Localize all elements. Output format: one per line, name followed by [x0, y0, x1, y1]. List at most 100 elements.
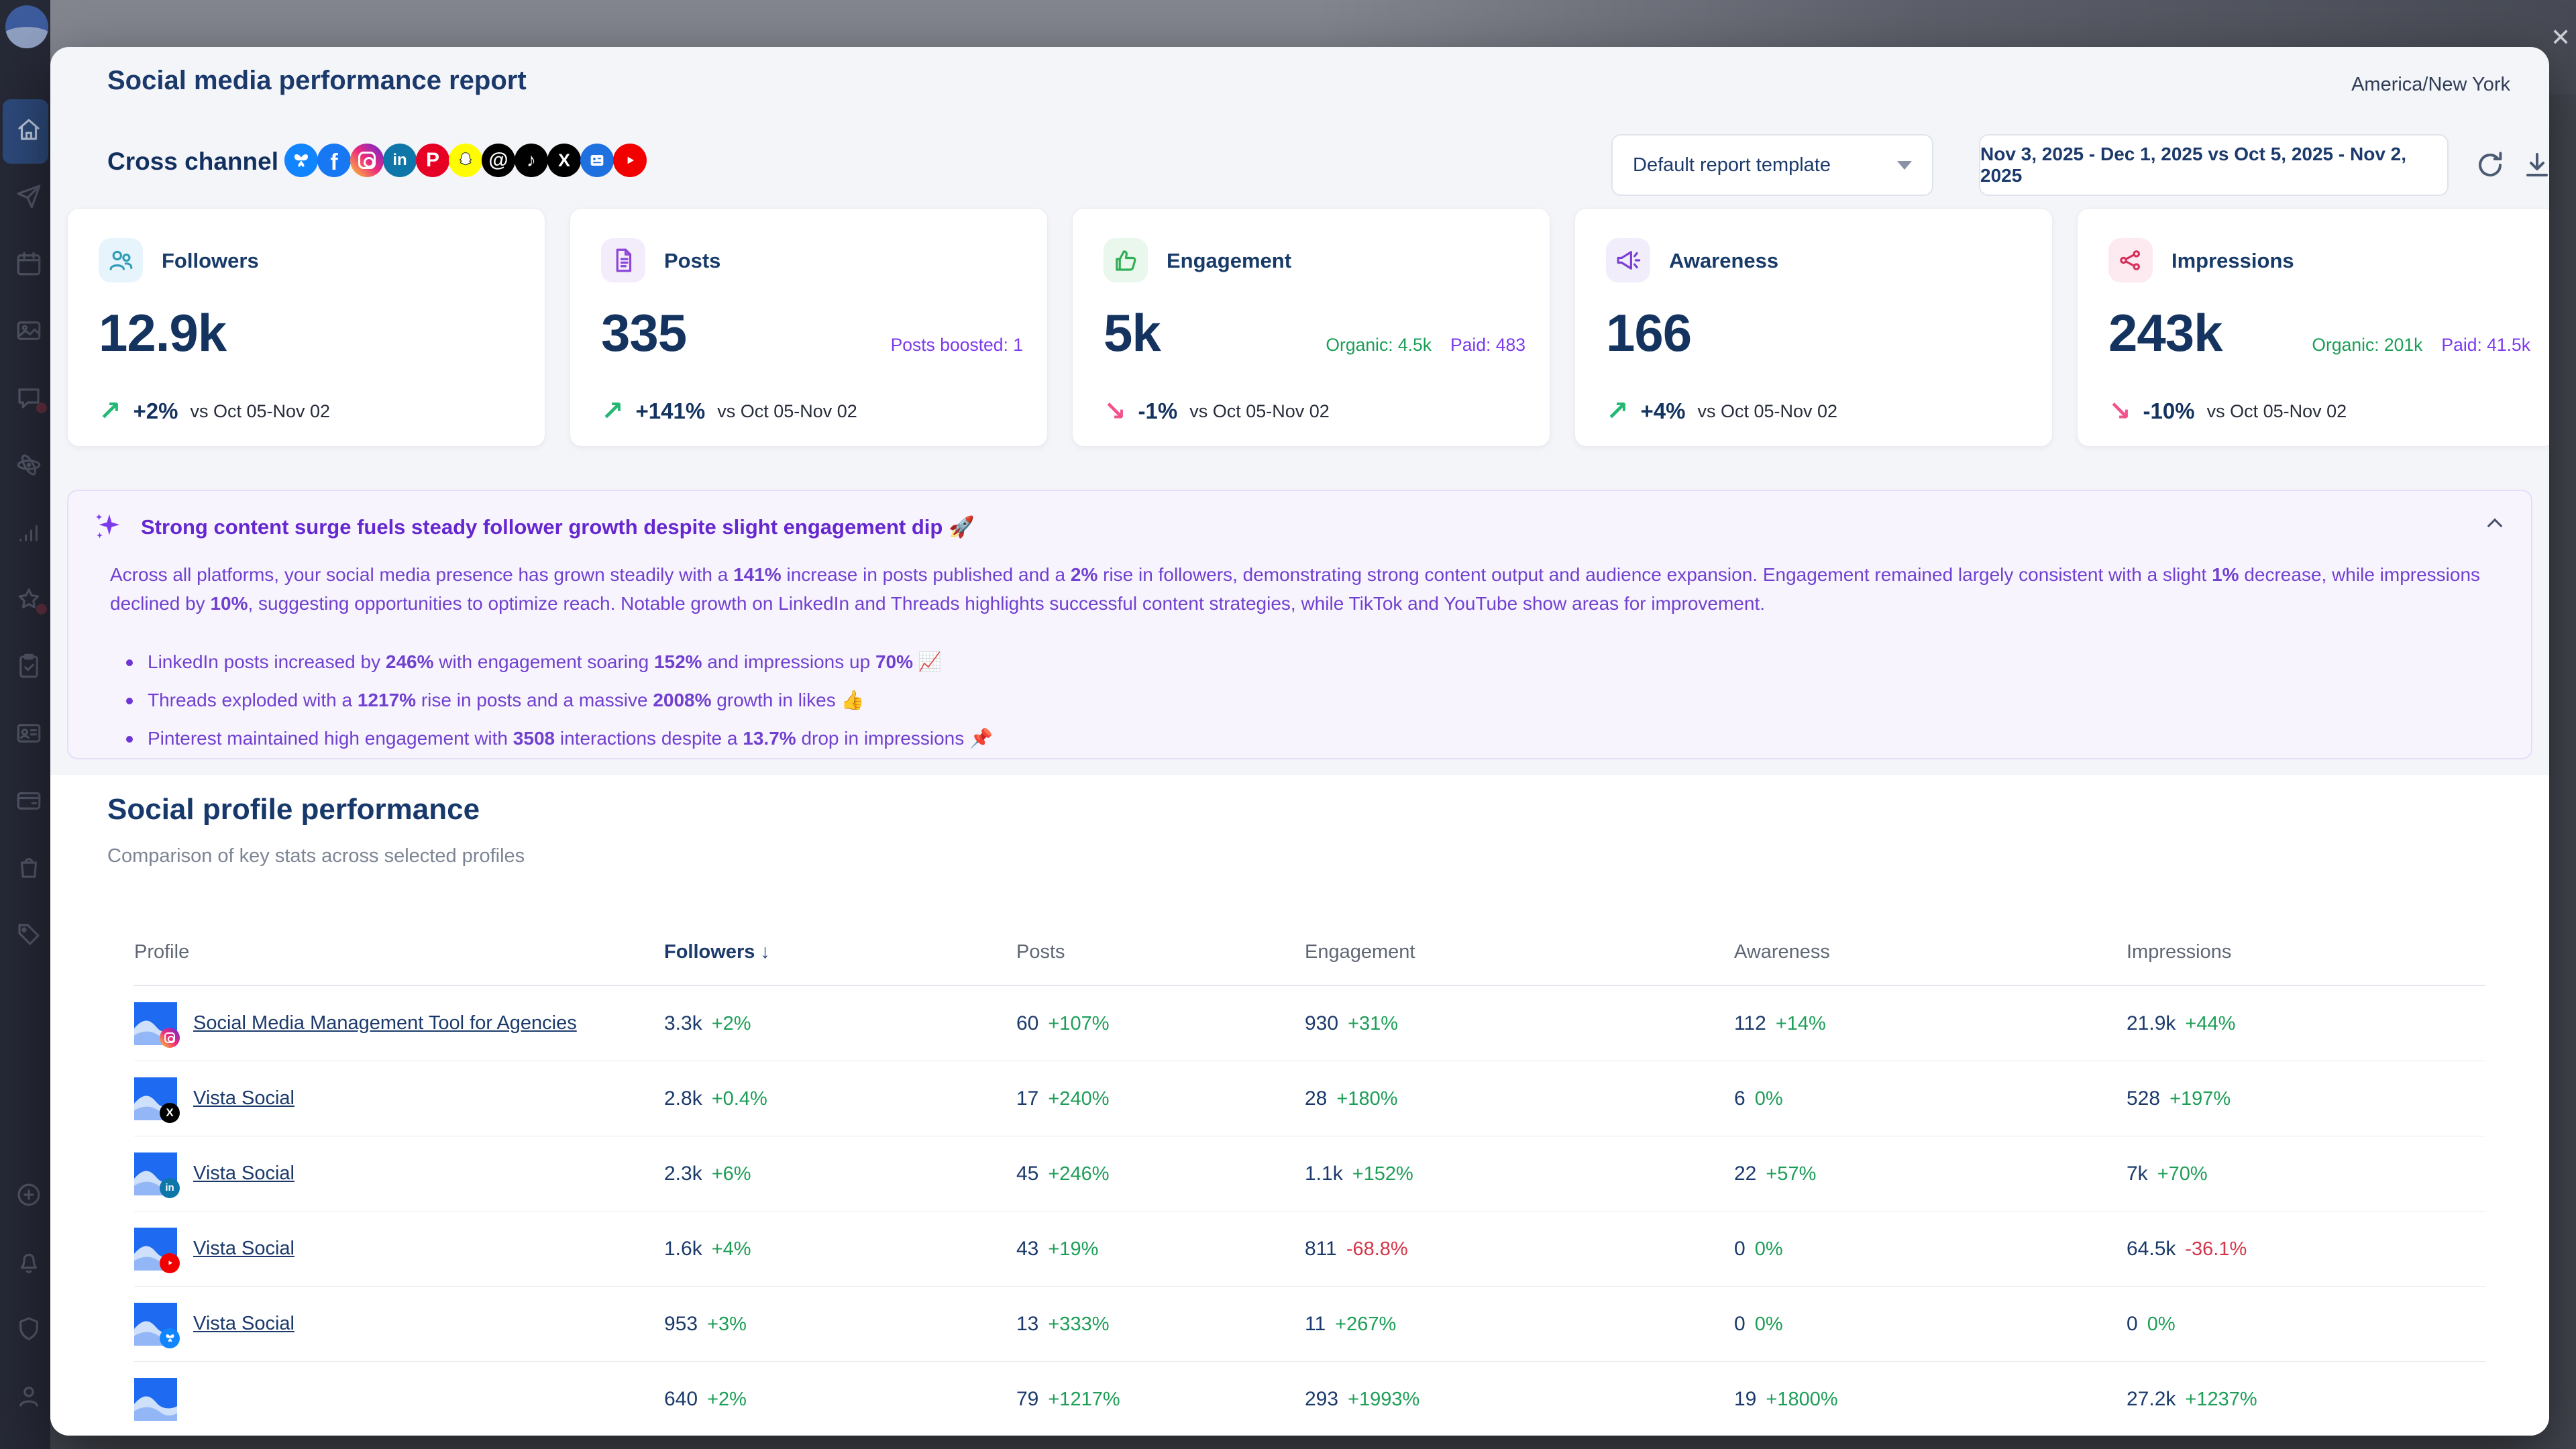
date-range-button[interactable]: Nov 3, 2025 - Dec 1, 2025 vs Oct 5, 2025… [1979, 134, 2449, 196]
insight-paragraph: Across all platforms, your social media … [110, 561, 2491, 618]
metric-value: 112 [1734, 1012, 1766, 1035]
metric-delta: +240% [1048, 1088, 1109, 1110]
metric-delta: +1237% [2185, 1389, 2257, 1411]
chevron-down-icon [1897, 161, 1912, 170]
profile-link[interactable]: Social Media Management Tool for Agencie… [193, 1012, 577, 1034]
metric-value: 17 [1016, 1087, 1038, 1110]
timezone-label: America/New York [2351, 74, 2510, 96]
metric-value: 953 [664, 1313, 698, 1336]
awareness-icon [1606, 238, 1650, 282]
pinterest-icon: P [416, 144, 449, 177]
metric-label: Engagement [1167, 249, 1291, 273]
sidebar-item-plus-icon [15, 1181, 43, 1209]
channel-selector[interactable]: Cross channel [107, 148, 307, 176]
business-profile-icon [580, 144, 614, 177]
report-template-select[interactable]: Default report template [1611, 134, 1933, 196]
chevron-up-icon[interactable] [2487, 519, 2503, 534]
metric-value: 0 [1734, 1238, 1746, 1260]
cell-engagement: 1.1k+152% [1305, 1163, 1734, 1185]
metric-value: 28 [1305, 1087, 1327, 1110]
report-modal: Social media performance report America/… [50, 47, 2549, 1436]
profile-link[interactable]: Vista Social [193, 1313, 294, 1335]
metric-delta: +246% [1048, 1163, 1109, 1185]
metric-value: 930 [1305, 1012, 1338, 1035]
platform-icon-list: finP@♪X [284, 144, 646, 177]
metric-value: 7k [2127, 1163, 2148, 1185]
column-header-profile[interactable]: Profile [134, 941, 664, 963]
column-header-followers[interactable]: Followers ↓ [664, 941, 1016, 963]
linkedin-icon: in [383, 144, 417, 177]
metric-value: 6 [1734, 1087, 1746, 1110]
metric-label: Awareness [1669, 249, 1778, 273]
metric-delta: +2% [707, 1389, 747, 1411]
cell-awareness: 22+57% [1734, 1163, 2127, 1185]
trend-delta: +141% [636, 398, 706, 424]
cell-impressions: 21.9k +44% [2127, 1012, 2485, 1035]
column-header-posts[interactable]: Posts [1016, 941, 1305, 963]
cell-posts: 43+19% [1016, 1238, 1305, 1260]
metric-delta: +1993% [1348, 1389, 1419, 1411]
avatar [134, 1228, 177, 1271]
metric-delta: +44% [2185, 1013, 2235, 1035]
metric-value: 335 [601, 303, 686, 364]
ai-insight-box: Strong content surge fuels steady follow… [67, 490, 2532, 759]
table-row: Vista Social953+3%13+333%11+267%00%00% [134, 1287, 2485, 1362]
sidebar-item-clipboard-icon [15, 652, 43, 680]
refresh-icon[interactable] [2474, 149, 2506, 181]
insight-bullet: LinkedIn posts increased by 246% with en… [126, 651, 2477, 673]
close-icon[interactable]: ✕ [2551, 25, 2571, 50]
sidebar-item-star-icon [15, 585, 43, 613]
metric-delta: +3% [707, 1313, 747, 1336]
sidebar-item-id-card-icon [15, 719, 43, 747]
table-body: Social Media Management Tool for Agencie… [134, 986, 2485, 1436]
sidebar-item-shield-icon [15, 1315, 43, 1343]
table-row: Social Media Management Tool for Agencie… [134, 986, 2485, 1061]
sidebar-item-image-icon [15, 317, 43, 345]
organic-note: Organic: 201k [2312, 335, 2422, 356]
bluesky-icon [284, 144, 318, 177]
cell-engagement: 811-68.8% [1305, 1238, 1734, 1260]
avatar: X [134, 1077, 177, 1120]
x-icon: X [547, 144, 581, 177]
organic-note: Organic: 4.5k [1326, 335, 1432, 356]
metric-value: 0 [1734, 1313, 1746, 1336]
cell-posts: 45+246% [1016, 1163, 1305, 1185]
metric-card-posts: Posts335Posts boosted: 1↗+141%vs Oct 05-… [570, 208, 1048, 447]
youtube-icon [613, 144, 647, 177]
profile-link[interactable]: Vista Social [193, 1087, 294, 1110]
trend-delta: -1% [1138, 398, 1178, 424]
sidebar-item-tag-icon [15, 920, 43, 949]
profile-link[interactable]: Vista Social [193, 1238, 294, 1260]
cell-followers: 953 +3% [664, 1313, 1016, 1336]
metric-card-impressions: Impressions243kOrganic: 201kPaid: 41.5k↘… [2077, 208, 2549, 447]
metric-delta: +19% [1048, 1238, 1098, 1260]
cell-awareness: 00% [1734, 1313, 2127, 1336]
metric-value: 1.1k [1305, 1163, 1343, 1185]
column-header-engagement[interactable]: Engagement [1305, 941, 1734, 963]
trend-down-icon: ↘ [1104, 398, 1126, 425]
download-icon[interactable] [2521, 149, 2549, 181]
metric-card-awareness: Awareness166↗+4%vs Oct 05-Nov 02 [1574, 208, 2053, 447]
youtube-icon [160, 1253, 180, 1273]
app-sidebar [0, 0, 50, 1449]
paid-note: Paid: 483 [1450, 335, 1525, 356]
trend-delta: -10% [2143, 398, 2195, 424]
sidebar-item-home-icon [15, 115, 43, 144]
sparkle-icon [93, 511, 123, 542]
trend-up-icon: ↗ [99, 398, 121, 425]
metric-value: 21.9k [2127, 1012, 2176, 1035]
cell-impressions: 00% [2127, 1313, 2485, 1336]
metric-delta: +1217% [1048, 1389, 1120, 1411]
profile-link[interactable]: Vista Social [193, 1163, 294, 1185]
metric-delta: -36.1% [2185, 1238, 2247, 1260]
linkedin-icon: in [160, 1178, 180, 1198]
threads-icon: @ [482, 144, 515, 177]
metric-delta: 0% [1755, 1238, 1783, 1260]
metric-label: Posts [664, 249, 720, 273]
cell-followers: 3.3k+2% [664, 1012, 1016, 1035]
column-header-impressions[interactable]: Impressions [2127, 941, 2485, 963]
snapchat-icon [449, 144, 482, 177]
trend-compare: vs Oct 05-Nov 02 [1697, 401, 1837, 422]
column-header-awareness[interactable]: Awareness [1734, 941, 2127, 963]
notification-dot [36, 604, 47, 614]
